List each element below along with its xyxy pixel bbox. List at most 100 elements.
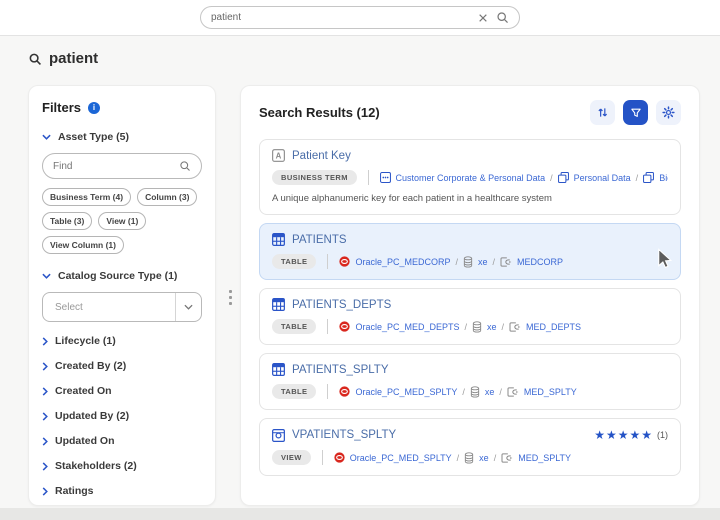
- schema-link[interactable]: MED_SPLTY: [524, 387, 577, 397]
- chip-view-column[interactable]: View Column (1): [42, 236, 124, 254]
- catalog-source-select[interactable]: Select: [42, 292, 202, 322]
- result-title[interactable]: PATIENTS_DEPTS: [292, 299, 391, 311]
- chip-column[interactable]: Column (3): [137, 188, 197, 206]
- table-icon: [272, 298, 285, 311]
- result-card-patients[interactable]: PATIENTS TABLE Oracle_PC_MEDCORP / xe / …: [259, 223, 681, 280]
- schema-link[interactable]: MED_DEPTS: [526, 322, 581, 332]
- info-icon[interactable]: i: [88, 102, 100, 114]
- filter-section-created-by[interactable]: Created By (2): [42, 360, 202, 372]
- source-link[interactable]: Oracle_PC_MEDCORP: [355, 257, 450, 267]
- result-title[interactable]: PATIENTS: [292, 234, 347, 246]
- filter-section-asset-type[interactable]: Asset Type (5): [42, 131, 202, 143]
- clear-search-icon[interactable]: [478, 13, 488, 23]
- top-bar: [0, 0, 720, 36]
- search-query-header: patient: [28, 50, 98, 67]
- chevron-down-icon[interactable]: [175, 293, 201, 321]
- subcategory-icon: [558, 172, 569, 183]
- chevron-right-icon: [42, 337, 48, 346]
- sort-icon: [596, 106, 609, 119]
- asset-type-find-input[interactable]: [53, 161, 173, 172]
- chevron-right-icon: [42, 437, 48, 446]
- schema-link[interactable]: MED_SPLTY: [518, 453, 571, 463]
- chevron-down-icon: [42, 273, 51, 279]
- filter-section-updated-by[interactable]: Updated By (2): [42, 410, 202, 422]
- rating-count: (1): [657, 430, 668, 440]
- schema-link[interactable]: MEDCORP: [517, 257, 563, 267]
- sort-button[interactable]: [590, 100, 615, 125]
- chip-business-term[interactable]: Business Term (4): [42, 188, 131, 206]
- result-title[interactable]: VPATIENTS_SPLTY: [292, 429, 396, 441]
- asset-type-badge: TABLE: [272, 384, 316, 399]
- filter-section-catalog-source-type[interactable]: Catalog Source Type (1): [42, 270, 202, 282]
- result-card-patients-splty[interactable]: PATIENTS_SPLTY TABLE Oracle_PC_MED_SPLTY…: [259, 353, 681, 410]
- global-search-bar[interactable]: [200, 6, 520, 29]
- gear-icon: [662, 106, 675, 119]
- settings-button[interactable]: [656, 100, 681, 125]
- source-link[interactable]: Oracle_PC_MED_SPLTY: [355, 387, 457, 397]
- filter-section-lifecycle[interactable]: Lifecycle (1): [42, 335, 202, 347]
- oracle-icon: [339, 256, 350, 267]
- chevron-down-icon: [42, 134, 51, 140]
- breadcrumb-link[interactable]: Customer Corporate & Personal Data: [396, 173, 546, 183]
- result-description: A unique alphanumeric key for each patie…: [272, 193, 668, 204]
- search-icon: [179, 160, 191, 172]
- database-link[interactable]: xe: [479, 453, 489, 463]
- result-title[interactable]: PATIENTS_SPLTY: [292, 364, 389, 376]
- subcategory-icon: [643, 172, 654, 183]
- divider: [327, 384, 328, 399]
- source-link[interactable]: Oracle_PC_MED_SPLTY: [350, 453, 452, 463]
- chip-view[interactable]: View (1): [98, 212, 146, 230]
- database-icon: [472, 321, 482, 333]
- asset-type-badge: BUSINESS TERM: [272, 170, 357, 185]
- schema-icon: [507, 387, 519, 397]
- filter-button[interactable]: [623, 100, 648, 125]
- result-card-patients-depts[interactable]: PATIENTS_DEPTS TABLE Oracle_PC_MED_DEPTS…: [259, 288, 681, 345]
- chevron-right-icon: [42, 487, 48, 496]
- breadcrumb-link[interactable]: Personal Data: [574, 173, 631, 183]
- table-icon: [272, 363, 285, 376]
- schema-icon: [500, 257, 512, 267]
- filter-section-ratings[interactable]: Ratings: [42, 485, 202, 497]
- oracle-icon: [339, 386, 350, 397]
- divider: [368, 170, 369, 185]
- search-results-panel: Search Results (12) A: [240, 85, 700, 506]
- breadcrumb-link[interactable]: Biometric Information: [659, 173, 668, 183]
- database-icon: [464, 452, 474, 464]
- result-title[interactable]: Patient Key: [292, 150, 351, 162]
- schema-icon: [509, 322, 521, 332]
- asset-type-find-field[interactable]: [42, 153, 202, 179]
- filter-section-stakeholders[interactable]: Stakeholders (2): [42, 460, 202, 472]
- asset-type-badge: TABLE: [272, 319, 316, 334]
- oracle-icon: [334, 452, 345, 463]
- star-icons[interactable]: ★★★★★: [594, 428, 653, 442]
- global-search-input[interactable]: [211, 12, 470, 23]
- database-link[interactable]: xe: [478, 257, 488, 267]
- view-icon: [272, 429, 285, 442]
- chevron-right-icon: [42, 462, 48, 471]
- rating: ★★★★★ (1): [594, 428, 668, 442]
- chevron-right-icon: [42, 412, 48, 421]
- filters-panel: Filters i Asset Type (5) Business Term (…: [28, 85, 216, 506]
- database-icon: [463, 256, 473, 268]
- source-link[interactable]: Oracle_PC_MED_DEPTS: [355, 322, 459, 332]
- select-placeholder: Select: [43, 293, 175, 321]
- result-card-vpatients-splty[interactable]: VPATIENTS_SPLTY ★★★★★ (1) VIEW Oracle_PC…: [259, 418, 681, 476]
- asset-type-badge: VIEW: [272, 450, 311, 465]
- filter-section-created-on[interactable]: Created On: [42, 385, 202, 397]
- database-icon: [470, 386, 480, 398]
- filter-section-updated-on[interactable]: Updated On: [42, 435, 202, 447]
- business-term-icon: A: [272, 149, 285, 162]
- asset-type-badge: TABLE: [272, 254, 316, 269]
- panel-resize-handle[interactable]: [229, 290, 232, 305]
- catalog-source-type-label: Catalog Source Type (1): [58, 270, 177, 282]
- divider: [327, 254, 328, 269]
- oracle-icon: [339, 321, 350, 332]
- table-icon: [272, 233, 285, 246]
- database-link[interactable]: xe: [487, 322, 497, 332]
- chip-table[interactable]: Table (3): [42, 212, 92, 230]
- divider: [327, 319, 328, 334]
- search-icon[interactable]: [496, 11, 509, 24]
- category-icon: [380, 172, 391, 183]
- database-link[interactable]: xe: [485, 387, 495, 397]
- result-card-patient-key[interactable]: A Patient Key BUSINESS TERM Customer Cor…: [259, 139, 681, 215]
